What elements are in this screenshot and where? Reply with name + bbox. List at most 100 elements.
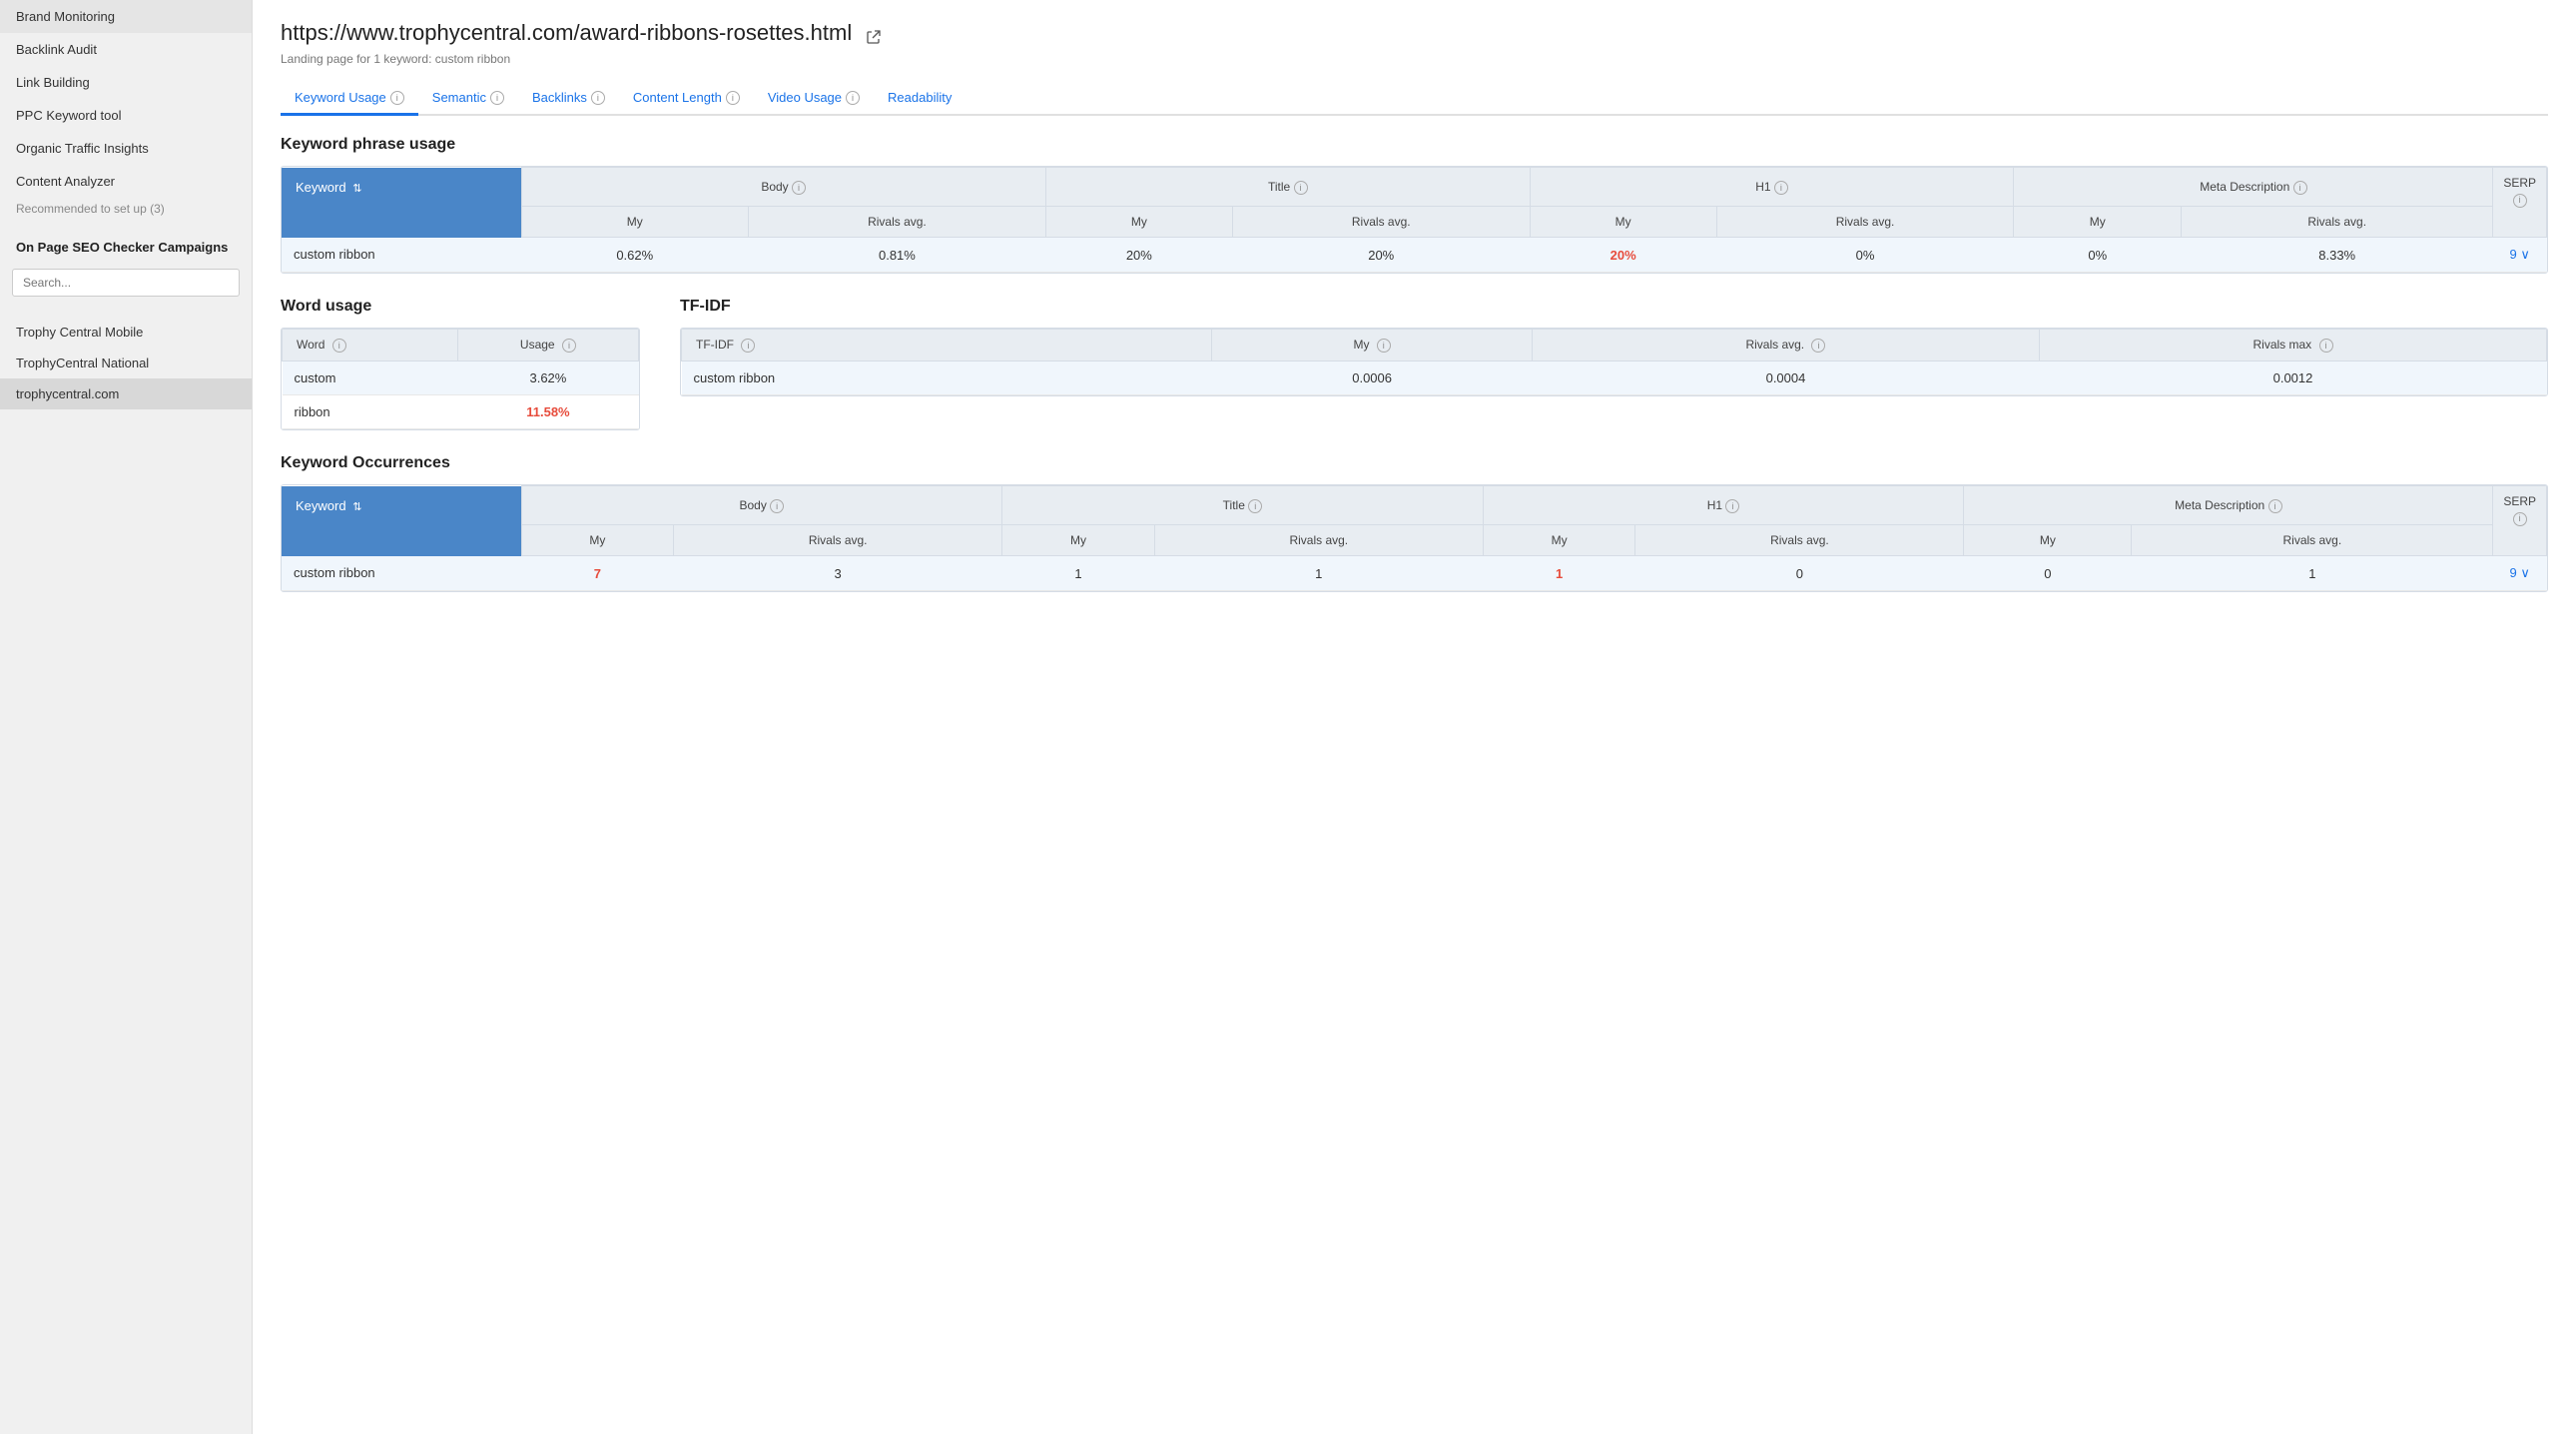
occ-title-rivals-cell: 1 (1154, 556, 1483, 591)
occ-title-info[interactable]: i (1248, 499, 1262, 513)
sidebar-item-brand-monitoring[interactable]: Brand Monitoring (0, 0, 252, 33)
occ-h1-my-cell: 1 (1483, 556, 1635, 591)
sidebar-item-backlink-audit[interactable]: Backlink Audit (0, 33, 252, 66)
tfidf-info-icon[interactable]: i (741, 339, 755, 353)
sidebar-item-content-analyzer[interactable]: Content Analyzer (0, 165, 252, 198)
external-link-icon[interactable] (866, 25, 882, 41)
occ-meta-rivals: Rivals avg. (2132, 525, 2493, 556)
tfidf-rivals-avg-info-icon[interactable]: i (1811, 339, 1825, 353)
word-info-icon[interactable]: i (332, 339, 346, 353)
table-row: custom ribbon 7 3 1 1 1 0 0 1 9 ∨ (282, 556, 2547, 591)
tfidf-rivals-max-info-icon[interactable]: i (2319, 339, 2333, 353)
occ-h1-info[interactable]: i (1725, 499, 1739, 513)
h1-group-header: H1 i (1530, 168, 2014, 207)
tab-video-usage[interactable]: Video Usage i (754, 82, 874, 116)
word-usage-table: Word i Usage i custom 3.62% (282, 329, 639, 429)
tfidf-my-info-icon[interactable]: i (1377, 339, 1391, 353)
keyword-occurrences-title: Keyword Occurrences (281, 454, 2548, 472)
occ-serp-info[interactable]: i (2513, 512, 2527, 526)
meta-my-cell: 0% (2014, 238, 2182, 273)
meta-group-header: Meta Description i (2014, 168, 2493, 207)
occ-body-info[interactable]: i (770, 499, 784, 513)
campaign-trophycentral-national[interactable]: TrophyCentral National (0, 348, 252, 378)
content-length-info-icon[interactable]: i (726, 91, 740, 105)
tab-semantic[interactable]: Semantic i (418, 82, 518, 116)
meta-info-icon[interactable]: i (2293, 181, 2307, 195)
tab-keyword-usage[interactable]: Keyword Usage i (281, 82, 418, 116)
occ-meta-info[interactable]: i (2268, 499, 2282, 513)
tfidf-my-header: My i (1212, 330, 1533, 361)
keyword-cell: custom ribbon (282, 238, 521, 273)
occ-sort-icon[interactable]: ⇅ (352, 500, 361, 513)
occ-body-rivals: Rivals avg. (674, 525, 1002, 556)
occ-h1-my: My (1483, 525, 1635, 556)
sidebar-item-organic-traffic[interactable]: Organic Traffic Insights (0, 132, 252, 165)
tfidf-rivals-max-header: Rivals max i (2040, 330, 2547, 361)
semantic-info-icon[interactable]: i (490, 91, 504, 105)
word-cell: ribbon (283, 395, 458, 429)
title-rivals-cell: 20% (1232, 238, 1530, 273)
video-usage-info-icon[interactable]: i (846, 91, 860, 105)
occ-keyword-col-header: Keyword ⇅ (282, 486, 521, 525)
sidebar-recommended: Recommended to set up (3) (0, 198, 252, 226)
tab-content-length[interactable]: Content Length i (619, 82, 754, 116)
serp-info-icon[interactable]: i (2513, 194, 2527, 208)
meta-rivals-cell: 8.33% (2182, 238, 2493, 273)
sidebar-item-ppc-keyword[interactable]: PPC Keyword tool (0, 99, 252, 132)
tfidf-table-wrapper: TF-IDF i My i Rivals avg. i Rivals max i (680, 328, 2548, 396)
table-row: ribbon 11.58% (283, 395, 639, 429)
occ-meta-group: Meta Description i (1964, 486, 2493, 525)
sort-icon[interactable]: ⇅ (352, 182, 361, 195)
tab-backlinks[interactable]: Backlinks i (518, 82, 619, 116)
occ-serp-header: SERPi (2493, 486, 2547, 556)
usage-col-header: Usage i (457, 330, 638, 361)
page-subtitle: Landing page for 1 keyword: custom ribbo… (281, 52, 2548, 66)
body-rivals-subheader: Rivals avg. (749, 207, 1046, 238)
serp-cell[interactable]: 9 ∨ (2493, 238, 2547, 273)
occ-body-my: My (521, 525, 674, 556)
occ-meta-my: My (1964, 525, 2132, 556)
campaign-trophy-mobile[interactable]: Trophy Central Mobile (0, 317, 252, 348)
h1-my-cell: 20% (1530, 238, 1716, 273)
meta-rivals-subheader: Rivals avg. (2182, 207, 2493, 238)
campaign-trophycentral-com[interactable]: trophycentral.com (0, 378, 252, 409)
body-group-header: Body i (521, 168, 1045, 207)
keyword-usage-info-icon[interactable]: i (390, 91, 404, 105)
main-content: https://www.trophycentral.com/award-ribb… (253, 0, 2576, 1434)
tabs-bar: Keyword Usage i Semantic i Backlinks i C… (281, 82, 2548, 116)
tfidf-wrapper: TF-IDF TF-IDF i My i Rivals avg. i (680, 298, 2548, 396)
occ-body-my-cell: 7 (521, 556, 674, 591)
sidebar-nav: Brand Monitoring Backlink Audit Link Bui… (0, 0, 252, 226)
word-usage-title: Word usage (281, 298, 640, 316)
keyword-phrase-table: Keyword ⇅ Body i Title i H1 i Meta Descr… (282, 167, 2547, 273)
occ-body-group: Body i (521, 486, 1002, 525)
table-row: custom ribbon 0.62% 0.81% 20% 20% 20% 0%… (282, 238, 2547, 273)
title-rivals-subheader: Rivals avg. (1232, 207, 1530, 238)
sidebar: Brand Monitoring Backlink Audit Link Bui… (0, 0, 253, 1434)
h1-rivals-subheader: Rivals avg. (1716, 207, 2014, 238)
tfidf-rivals-avg-cell: 0.0004 (1532, 361, 2039, 395)
tab-readability[interactable]: Readability (874, 82, 966, 116)
backlinks-info-icon[interactable]: i (591, 91, 605, 105)
usage-info-icon[interactable]: i (562, 339, 576, 353)
keyword-occurrences-table-wrapper: Keyword ⇅ Body i Title i H1 i Meta Descr… (281, 484, 2548, 592)
table-row: custom 3.62% (283, 361, 639, 395)
title-info-icon[interactable]: i (1294, 181, 1308, 195)
tfidf-table: TF-IDF i My i Rivals avg. i Rivals max i (681, 329, 2547, 395)
sidebar-item-link-building[interactable]: Link Building (0, 66, 252, 99)
keyword-occurrences-table: Keyword ⇅ Body i Title i H1 i Meta Descr… (282, 485, 2547, 591)
table-row: custom ribbon 0.0006 0.0004 0.0012 (682, 361, 2547, 395)
sidebar-section-title: On Page SEO Checker Campaigns (0, 226, 252, 261)
keyword-phrase-section-title: Keyword phrase usage (281, 136, 2548, 154)
occ-serp-cell[interactable]: 9 ∨ (2493, 556, 2547, 591)
tfidf-rivals-max-cell: 0.0012 (2040, 361, 2547, 395)
sidebar-search-input[interactable] (12, 269, 240, 297)
tfidf-my-cell: 0.0006 (1212, 361, 1533, 395)
title-my-subheader: My (1045, 207, 1232, 238)
occ-h1-rivals: Rivals avg. (1635, 525, 1964, 556)
occ-body-rivals-cell: 3 (674, 556, 1002, 591)
word-usage-wrapper: Word usage Word i Usage i (281, 298, 640, 430)
title-group-header: Title i (1045, 168, 1530, 207)
body-info-icon[interactable]: i (792, 181, 806, 195)
h1-info-icon[interactable]: i (1774, 181, 1788, 195)
